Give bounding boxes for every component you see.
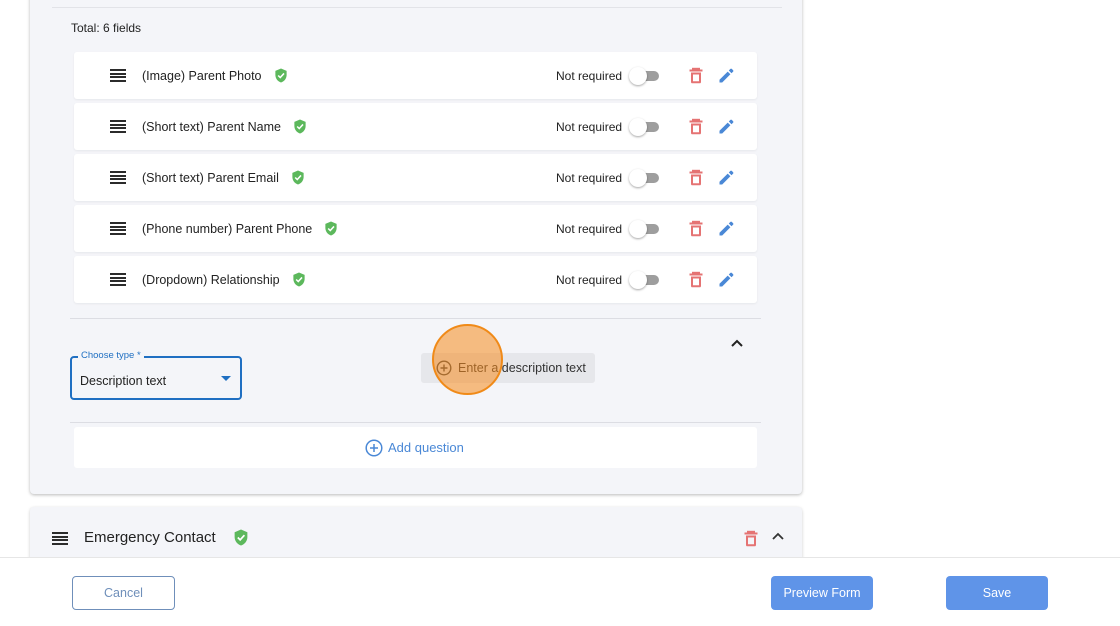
verified-shield-icon [292, 170, 304, 185]
cancel-button[interactable]: Cancel [72, 576, 175, 610]
field-row[interactable]: (Short text) Parent Email Not required [74, 154, 757, 201]
choose-type-label: Choose type * [78, 350, 144, 361]
footer-bar: Cancel Preview Form Save [0, 557, 1120, 626]
add-question-label: Add question [388, 440, 464, 455]
field-row[interactable]: (Short text) Parent Name Not required [74, 103, 757, 150]
required-toggle[interactable] [629, 168, 661, 188]
pencil-icon[interactable] [718, 271, 735, 288]
choose-type-select[interactable]: Choose type * Description text [70, 350, 242, 400]
verified-shield-icon [274, 68, 287, 83]
chevron-up-icon[interactable] [771, 531, 785, 541]
chevron-up-icon[interactable] [729, 337, 745, 349]
drag-handle-icon[interactable] [110, 171, 126, 185]
enter-description-label: Enter a description text [458, 361, 586, 375]
toggle-knob [629, 169, 647, 187]
dropdown-caret-icon [221, 376, 231, 381]
verified-shield-icon [234, 529, 248, 546]
field-title-text: (Short text) Parent Name [142, 120, 281, 134]
pencil-icon[interactable] [718, 169, 735, 186]
divider [70, 422, 761, 423]
save-button[interactable]: Save [946, 576, 1048, 610]
section-title-text: Emergency Contact [84, 529, 216, 546]
section-title: Emergency Contact [84, 529, 249, 546]
field-title-text: (Dropdown) Relationship [142, 273, 280, 287]
pencil-icon[interactable] [718, 118, 735, 135]
field-title-text: (Phone number) Parent Phone [142, 222, 313, 236]
field-title: (Short text) Parent Email [142, 170, 305, 185]
verified-shield-icon [292, 272, 305, 287]
toggle-knob [629, 220, 647, 238]
required-toggle[interactable] [629, 66, 661, 86]
field-title: (Dropdown) Relationship [142, 272, 306, 287]
drag-handle-icon[interactable] [52, 532, 68, 545]
field-title: (Image) Parent Photo [142, 68, 288, 83]
trash-icon[interactable] [688, 271, 704, 288]
enter-description-button[interactable]: Enter a description text [421, 353, 595, 383]
drag-handle-icon[interactable] [110, 222, 126, 236]
drag-handle-icon[interactable] [110, 120, 126, 134]
verified-shield-icon [294, 119, 306, 134]
required-label: Not required [556, 120, 623, 134]
add-circle-icon [436, 360, 452, 376]
field-row[interactable]: (Dropdown) Relationship Not required [74, 256, 757, 303]
toggle-knob [629, 271, 647, 289]
field-title-text: (Image) Parent Photo [142, 69, 262, 83]
required-label: Not required [556, 171, 623, 185]
preview-form-button[interactable]: Preview Form [771, 576, 873, 610]
field-row[interactable]: (Phone number) Parent Phone Not required [74, 205, 757, 252]
divider [52, 7, 782, 8]
required-toggle[interactable] [629, 270, 661, 290]
required-toggle[interactable] [629, 117, 661, 137]
field-title: (Phone number) Parent Phone [142, 221, 338, 236]
add-question-button[interactable]: Add question [74, 427, 757, 468]
required-label: Not required [556, 273, 623, 287]
choose-type-value: Description text [80, 374, 167, 388]
field-title-text: (Short text) Parent Email [142, 171, 279, 185]
trash-icon[interactable] [688, 67, 704, 84]
field-title: (Short text) Parent Name [142, 119, 307, 134]
required-toggle[interactable] [629, 219, 661, 239]
toggle-knob [629, 118, 647, 136]
trash-icon[interactable] [688, 118, 704, 135]
drag-handle-icon[interactable] [110, 273, 126, 287]
add-circle-icon [365, 439, 383, 457]
divider [70, 318, 761, 319]
fields-total-label: Total: 6 fields [71, 21, 142, 35]
form-builder-page: Total: 6 fields (Image) Parent Photo Not … [0, 0, 1120, 626]
drag-handle-icon[interactable] [110, 69, 126, 83]
verified-shield-icon [325, 221, 337, 236]
field-row[interactable]: (Image) Parent Photo Not required [74, 52, 757, 99]
trash-icon[interactable] [688, 220, 704, 237]
pencil-icon[interactable] [718, 220, 735, 237]
required-label: Not required [556, 69, 623, 83]
section-card: Total: 6 fields (Image) Parent Photo Not … [30, 0, 802, 494]
trash-icon[interactable] [688, 169, 704, 186]
toggle-knob [629, 67, 647, 85]
required-label: Not required [556, 222, 623, 236]
trash-icon[interactable] [743, 530, 759, 547]
pencil-icon[interactable] [718, 67, 735, 84]
